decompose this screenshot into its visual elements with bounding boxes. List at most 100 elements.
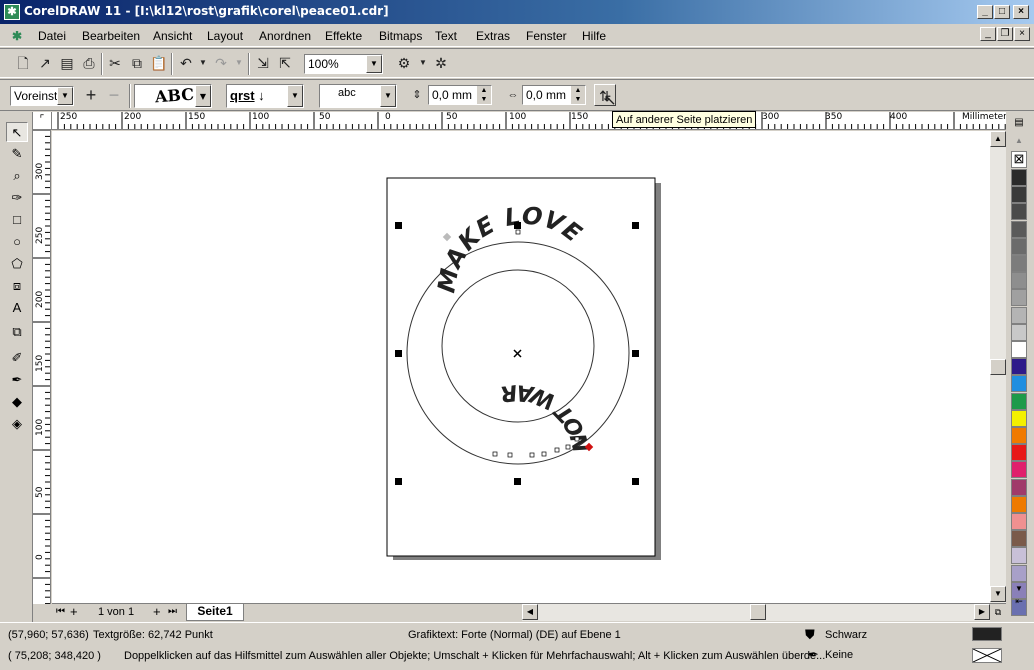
- document-icon[interactable]: ✱: [12, 29, 22, 43]
- coreldraw-app-icon[interactable]: ✱: [4, 4, 20, 20]
- horizontal-scrollbar[interactable]: ◀ ▶: [522, 604, 990, 621]
- menu-ansicht[interactable]: Ansicht: [153, 29, 192, 43]
- color-swatch[interactable]: [1011, 427, 1027, 444]
- color-swatch[interactable]: [1011, 409, 1027, 427]
- color-swatch[interactable]: [1011, 461, 1027, 479]
- palette-scroll-down-icon[interactable]: ▼: [1011, 584, 1027, 594]
- color-swatch[interactable]: [1011, 323, 1027, 341]
- minimize-button[interactable]: _: [977, 5, 993, 19]
- scroll-right-icon[interactable]: ▶: [974, 604, 990, 620]
- preset-dropdown-icon[interactable]: ▼: [57, 87, 73, 105]
- color-swatch[interactable]: [1011, 478, 1027, 496]
- doc-close-button[interactable]: ×: [1014, 27, 1030, 41]
- export-icon[interactable]: ⇱: [274, 52, 296, 74]
- color-swatch[interactable]: [1011, 220, 1027, 238]
- doc-restore-button[interactable]: ❐: [997, 27, 1013, 41]
- interactive-blend-tool-icon[interactable]: ⧉: [6, 322, 28, 342]
- color-swatch[interactable]: [1011, 564, 1027, 582]
- palette-menu-icon[interactable]: ▤: [1009, 117, 1029, 133]
- scroll-down-icon[interactable]: ▼: [990, 586, 1006, 602]
- color-swatch[interactable]: [1011, 272, 1027, 290]
- vertical-scrollbar[interactable]: ▲ ▼: [990, 131, 1006, 604]
- spin-down-icon[interactable]: ▼: [571, 95, 585, 104]
- vertical-ruler[interactable]: 300 250 200 150 100 50 0: [33, 130, 51, 604]
- text-placement-combo[interactable]: abc ▼: [319, 84, 397, 108]
- first-page-icon[interactable]: ⏮: [56, 606, 65, 617]
- save-icon[interactable]: ▤: [56, 52, 78, 74]
- redo-dropdown-icon[interactable]: ▼: [228, 52, 250, 74]
- color-swatch[interactable]: [1011, 169, 1027, 186]
- palette-scroll-up-icon[interactable]: ▲: [1011, 136, 1027, 146]
- new-document-icon[interactable]: 🗋: [12, 52, 34, 74]
- corel-online-icon[interactable]: ✲: [430, 52, 452, 74]
- vertical-scroll-thumb[interactable]: [990, 359, 1006, 375]
- menu-extras[interactable]: Extras: [476, 29, 510, 43]
- color-swatch[interactable]: [1011, 547, 1027, 565]
- menu-anordnen[interactable]: Anordnen: [259, 29, 311, 43]
- zoom-dropdown-icon[interactable]: ▼: [366, 55, 382, 73]
- pick-tool-icon[interactable]: ↖: [6, 122, 28, 142]
- close-button[interactable]: ×: [1013, 5, 1029, 19]
- eyedropper-tool-icon[interactable]: ✐: [6, 348, 28, 368]
- color-swatch[interactable]: [1011, 203, 1027, 221]
- add-preset-icon[interactable]: +: [80, 84, 102, 106]
- fill-color-swatch[interactable]: [972, 627, 1002, 641]
- shape-tool-icon[interactable]: ✎: [6, 144, 28, 164]
- import-icon[interactable]: ⇲: [252, 52, 274, 74]
- menu-layout[interactable]: Layout: [207, 29, 243, 43]
- freehand-tool-icon[interactable]: ✑: [6, 188, 28, 208]
- color-swatch[interactable]: [1011, 289, 1027, 307]
- add-page-before-icon[interactable]: +: [70, 604, 78, 619]
- rectangle-tool-icon[interactable]: □: [6, 210, 28, 230]
- horizontal-scroll-thumb[interactable]: [750, 604, 766, 620]
- outline-none-swatch[interactable]: [972, 648, 1002, 663]
- polygon-tool-icon[interactable]: ⬠: [6, 254, 28, 274]
- palette-flyout-icon[interactable]: ⇤: [1011, 596, 1027, 608]
- menu-text[interactable]: Text: [435, 29, 457, 43]
- color-swatch[interactable]: [1011, 444, 1027, 462]
- color-swatch[interactable]: [1011, 392, 1027, 410]
- text-placement-dropdown-icon[interactable]: ▼: [380, 85, 396, 107]
- zoom-combo[interactable]: 100% ▼: [304, 54, 383, 74]
- horizontal-offset-field[interactable]: 0,0 mm ▲ ▼: [522, 85, 586, 105]
- color-swatch[interactable]: [1011, 237, 1027, 255]
- menu-bitmaps[interactable]: Bitmaps: [379, 29, 422, 43]
- spin-up-icon[interactable]: ▲: [571, 86, 585, 95]
- outline-tool-icon[interactable]: ✒: [6, 370, 28, 390]
- horizontal-ruler[interactable]: 250 200 150 100 50 0 50 100 150 300 350 …: [52, 112, 1006, 130]
- text-orientation-dropdown-icon[interactable]: ▼: [195, 85, 211, 107]
- basic-shapes-tool-icon[interactable]: ⧈: [6, 276, 28, 296]
- ruler-origin-icon[interactable]: ⌜: [33, 112, 52, 130]
- text-orientation-combo[interactable]: ABC ▼: [134, 84, 212, 108]
- zoom-tool-icon[interactable]: ⌕: [6, 166, 28, 186]
- menu-bearbeiten[interactable]: Bearbeiten: [82, 29, 140, 43]
- cut-icon[interactable]: ✂: [104, 52, 126, 74]
- vertical-placement-combo[interactable]: qrst ↓ ▼: [226, 84, 304, 108]
- add-page-after-icon[interactable]: +: [153, 604, 161, 619]
- print-icon[interactable]: ⎙: [78, 52, 100, 74]
- maximize-button[interactable]: □: [994, 5, 1010, 19]
- menu-fenster[interactable]: Fenster: [526, 29, 567, 43]
- distance-from-path-field[interactable]: 0,0 mm ▲ ▼: [428, 85, 492, 105]
- interactive-fill-tool-icon[interactable]: ◈: [6, 414, 28, 434]
- spin-up-icon[interactable]: ▲: [477, 86, 491, 95]
- color-swatch[interactable]: [1011, 341, 1027, 358]
- scroll-left-icon[interactable]: ◀: [522, 604, 538, 620]
- scroll-up-icon[interactable]: ▲: [990, 131, 1006, 147]
- copy-icon[interactable]: ⧉: [126, 52, 148, 74]
- color-swatch[interactable]: [1011, 255, 1027, 272]
- text-tool-icon[interactable]: A: [6, 298, 28, 318]
- color-swatch[interactable]: [1011, 306, 1027, 324]
- preset-combo[interactable]: Voreinste ▼: [10, 86, 74, 106]
- no-color-swatch-icon[interactable]: ⊠: [1011, 151, 1027, 168]
- remove-preset-icon[interactable]: −: [103, 84, 125, 106]
- color-swatch[interactable]: [1011, 358, 1027, 376]
- navigator-corner-icon[interactable]: ⧉: [990, 604, 1006, 620]
- color-swatch[interactable]: [1011, 375, 1027, 393]
- ellipse-tool-icon[interactable]: ○: [6, 232, 28, 252]
- color-swatch[interactable]: [1011, 513, 1027, 530]
- menu-datei[interactable]: Datei: [38, 29, 66, 43]
- fill-tool-icon[interactable]: ◆: [6, 392, 28, 412]
- menu-hilfe[interactable]: Hilfe: [582, 29, 606, 43]
- vertical-placement-dropdown-icon[interactable]: ▼: [287, 85, 303, 107]
